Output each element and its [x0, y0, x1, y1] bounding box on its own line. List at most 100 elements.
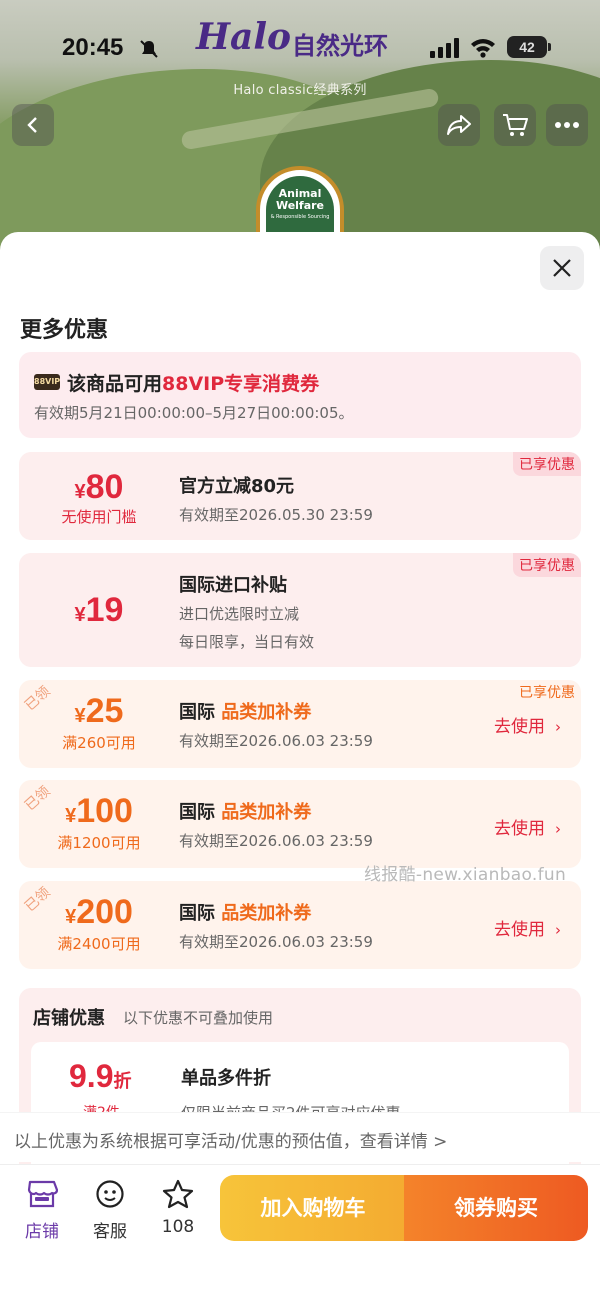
back-icon	[27, 117, 37, 133]
estimate-note-text: 以上优惠为系统根据可享活动/优惠的预估值，查看详情 >	[14, 1132, 448, 1152]
vip-validity: 有效期5月21日00:00:00–5月27日00:00:05。	[34, 404, 354, 422]
wifi-icon	[471, 39, 495, 58]
coupon-title: 官方立减80元	[179, 476, 295, 497]
more-button[interactable]	[546, 104, 588, 146]
coupon-validity: 有效期至2026.06.03 23:59	[179, 732, 373, 750]
coupon-title-prefix: 国际	[179, 802, 222, 823]
cart-icon	[503, 114, 528, 136]
estimate-note[interactable]: 以上优惠为系统根据可享活动/优惠的预估值，查看详情 >	[0, 1112, 600, 1162]
coupon-card[interactable]: 已领 ¥200 满2400可用 国际 品类加补券 有效期至2026.06.03 …	[19, 881, 581, 969]
close-button[interactable]	[540, 246, 584, 290]
sheet-title: 更多优惠	[20, 318, 109, 343]
brand-logo: Halo	[196, 16, 292, 58]
badge-title: Animal Welfare	[275, 187, 325, 212]
amount-value: 80	[85, 468, 124, 506]
badge-subtitle: & Responsible Sourcing	[270, 214, 330, 220]
customer-service-icon	[96, 1180, 124, 1208]
coupon-card[interactable]: 已领 ¥25 满260可用 国际 品类加补券 有效期至2026.06.03 23…	[19, 680, 581, 768]
status-badge: 已享优惠	[513, 452, 581, 476]
coupon-condition: 无使用门槛	[61, 508, 137, 526]
store-promotions-title: 店铺优惠	[33, 1008, 105, 1029]
discount-unit: 折	[113, 1071, 132, 1091]
use-coupon-button[interactable]: 去使用 ›	[494, 915, 561, 940]
store-icon	[27, 1180, 59, 1208]
status-time: 20:45	[62, 34, 124, 61]
tab-store-label: 店铺	[25, 1222, 59, 1242]
chevron-right-icon: ›	[555, 921, 561, 939]
vip-title-prefix: 该商品可用	[67, 373, 163, 395]
coupon-title-highlight: 品类加补券	[221, 903, 312, 924]
bottom-action-bar: 店铺 客服 108 加入购物车 领券购买	[0, 1164, 600, 1304]
watermark: 线报酷-new.xianbao.fun	[364, 865, 567, 885]
coupon-condition: 满1200可用	[57, 834, 141, 852]
battery-indicator: 42	[507, 36, 547, 58]
star-icon	[162, 1179, 194, 1209]
coupon-amount: ¥80	[19, 468, 179, 507]
tab-customer-service[interactable]: 客服	[80, 1179, 140, 1242]
store-promotions-note: 以下优惠不可叠加使用	[123, 1009, 274, 1027]
coupon-condition: 满260可用	[62, 734, 136, 752]
coupon-amount: ¥19	[19, 591, 179, 630]
series-label: Halo classic经典系列	[233, 83, 367, 98]
amount-value: 19	[85, 591, 124, 629]
use-coupon-button[interactable]: 去使用 ›	[494, 814, 561, 839]
use-coupon-button[interactable]: 去使用 ›	[494, 712, 561, 737]
battery-nub	[548, 43, 551, 51]
coupon-amount: ¥100	[19, 792, 179, 831]
cart-button[interactable]	[494, 104, 536, 146]
coupon-amount: ¥200	[19, 893, 179, 932]
vip-title: 该商品可用88VIP专享消费券	[67, 369, 319, 396]
status-bar: 20:45 Halo 自然光环 42	[0, 16, 600, 72]
vip-tag: 88VIP	[34, 374, 60, 390]
coupon-title: 国际 品类加补券	[179, 899, 311, 925]
vip-title-highlight: 88VIP专享消费券	[162, 373, 320, 395]
discount-value: 9.9折	[69, 1058, 131, 1095]
tab-favorite[interactable]: 108	[148, 1179, 208, 1237]
coupon-note: 每日限享，当日有效	[179, 633, 315, 651]
coupon-validity: 有效期至2026.05.30 23:59	[179, 506, 373, 524]
favorite-count: 108	[161, 1217, 195, 1237]
coupon-title-highlight: 品类加补券	[221, 802, 312, 823]
product-hero-image: 20:45 Halo 自然光环 42 Halo classic经典系列 Anim…	[0, 0, 600, 260]
coupon-title-prefix: 国际	[179, 903, 222, 924]
share-button[interactable]	[438, 104, 480, 146]
coupon-validity: 有效期至2026.06.03 23:59	[179, 832, 373, 850]
coupon-title-highlight: 品类加补券	[221, 702, 312, 723]
add-to-cart-button[interactable]: 加入购物车	[220, 1175, 406, 1241]
chevron-right-icon: ›	[555, 820, 561, 838]
use-coupon-label: 去使用	[494, 920, 545, 940]
use-coupon-label: 去使用	[494, 819, 545, 839]
more-icon	[555, 122, 579, 128]
tab-store[interactable]: 店铺	[12, 1179, 72, 1242]
vip-coupon-card[interactable]: 88VIP 该商品可用88VIP专享消费券 有效期5月21日00:00:00–5…	[19, 352, 581, 438]
coupon-description: 进口优选限时立减	[179, 605, 300, 623]
brand-name: 自然光环	[292, 32, 388, 60]
discount-title: 单品多件折	[181, 1068, 271, 1089]
coupon-card[interactable]: ¥80 无使用门槛 官方立减80元 有效期至2026.05.30 23:59 已…	[19, 452, 581, 540]
status-badge: 已享优惠	[519, 685, 575, 701]
coupon-title: 国际 品类加补券	[179, 798, 311, 824]
tab-customer-service-label: 客服	[93, 1222, 127, 1242]
use-coupon-label: 去使用	[494, 717, 545, 737]
currency-symbol: ¥	[74, 481, 86, 503]
status-badge: 已享优惠	[513, 553, 581, 577]
coupon-title: 国际进口补贴	[179, 575, 287, 596]
coupon-condition: 满2400可用	[57, 935, 141, 953]
discount-number: 9.9	[69, 1058, 114, 1094]
claim-and-buy-button[interactable]: 领券购买	[404, 1175, 588, 1241]
coupon-amount: ¥25	[19, 692, 179, 731]
coupon-card[interactable]: ¥19 国际进口补贴 进口优选限时立减 每日限享，当日有效 已享优惠	[19, 553, 581, 667]
promotions-sheet: 更多优惠 88VIP 该商品可用88VIP专享消费券 有效期5月21日00:00…	[0, 232, 600, 1304]
back-button[interactable]	[12, 104, 54, 146]
coupon-validity: 有效期至2026.06.03 23:59	[179, 933, 373, 951]
currency-symbol: ¥	[74, 705, 86, 727]
currency-symbol: ¥	[65, 906, 77, 928]
coupon-card[interactable]: 已领 ¥100 满1200可用 国际 品类加补券 有效期至2026.06.03 …	[19, 780, 581, 868]
close-icon	[553, 259, 571, 277]
signal-icon	[430, 38, 459, 58]
bell-muted-icon	[140, 40, 158, 58]
coupon-title-prefix: 国际	[179, 702, 222, 723]
currency-symbol: ¥	[65, 805, 77, 827]
amount-value: 200	[76, 893, 133, 931]
currency-symbol: ¥	[74, 604, 86, 626]
